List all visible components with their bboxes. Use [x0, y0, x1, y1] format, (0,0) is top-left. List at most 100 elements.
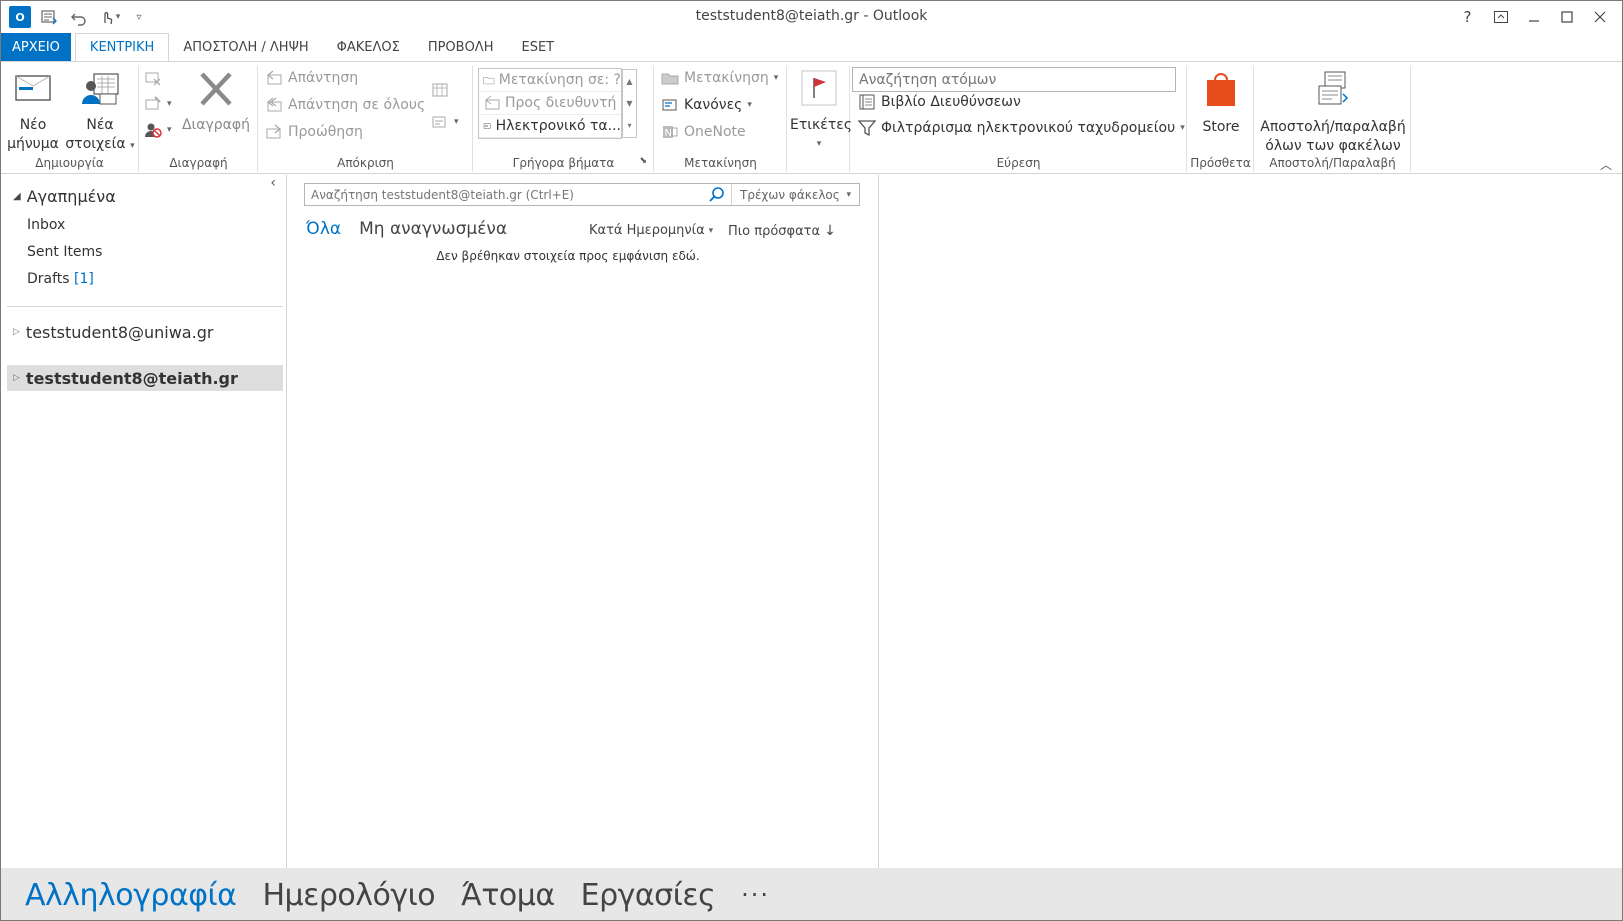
account-teiath[interactable]: ▷ teststudent8@teiath.gr	[7, 365, 283, 391]
group-move-label: Μετακίνηση	[684, 156, 757, 170]
folder-label: Sent Items	[27, 244, 103, 260]
undo-icon[interactable]	[67, 5, 91, 29]
flag-icon	[790, 70, 848, 112]
dialog-launcher-icon[interactable]: ⬊	[639, 156, 647, 166]
account-uniwa[interactable]: ▷ teststudent8@uniwa.gr	[7, 319, 283, 345]
nav-calendar[interactable]: Ημερολόγιο	[262, 878, 435, 913]
svg-text:N: N	[665, 128, 672, 139]
tab-eset[interactable]: ESET	[507, 33, 568, 62]
divider	[7, 306, 283, 307]
filter-unread[interactable]: Μη αναγνωσμένα	[359, 219, 507, 239]
delete-label: Διαγραφή	[181, 117, 251, 133]
move-button[interactable]: Μετακίνηση ▾	[661, 70, 778, 86]
collapse-ribbon-icon[interactable]: ︿	[1600, 156, 1612, 173]
title-bar: O ▾ ▿ teststudent8@teiath.gr - Outlook ?	[1, 1, 1622, 33]
send-receive-all-icon[interactable]	[37, 5, 61, 29]
tags-label: Ετικέτες	[790, 117, 853, 133]
delete-x-icon	[176, 72, 256, 112]
move-folder-icon	[483, 77, 495, 85]
tags-button[interactable]: Ετικέτες ▾	[790, 70, 853, 154]
junk-button[interactable]: ▾	[144, 122, 172, 138]
chevron-down-icon: ▾	[846, 189, 851, 200]
ignore-button[interactable]	[144, 70, 162, 86]
tab-folder[interactable]: ΦΑΚΕΛΟΣ	[323, 33, 414, 62]
folder-inbox[interactable]: Inbox	[27, 217, 65, 233]
chevron-down-icon: ▾	[130, 141, 135, 151]
tab-home[interactable]: ΚΕΝΤΡΙΚΗ	[74, 33, 170, 62]
onenote-label: OneNote	[684, 124, 746, 140]
filter-all[interactable]: Όλα	[306, 219, 341, 239]
rules-button[interactable]: Κανόνες ▾	[661, 97, 752, 113]
send-receive-all-button[interactable]: Αποστολή/παραλαβή όλων των φακέλων	[1257, 70, 1409, 156]
gallery-more-icon[interactable]: ▾	[627, 121, 631, 130]
address-book-button[interactable]: Βιβλίο Διευθύνσεων	[858, 94, 1021, 110]
quick-steps-scrollbar[interactable]: ▲ ▼ ▾	[622, 69, 637, 138]
search-people-input[interactable]	[852, 67, 1176, 92]
more-respond-button[interactable]: ▾	[431, 114, 459, 130]
quick-step-to-manager[interactable]: Προς διευθυντή	[479, 92, 621, 115]
nav-people[interactable]: Άτομα	[461, 878, 555, 913]
message-list: Τρέχων φάκελος ▾ Όλα Μη αναγνωσμένα Κατά…	[288, 175, 879, 868]
scroll-down-icon[interactable]: ▼	[626, 99, 632, 108]
new-items-button[interactable]: Νέα στοιχεία ▾	[63, 72, 137, 156]
meeting-reply-button[interactable]	[431, 82, 449, 98]
filter-email-button[interactable]: Φιλτράρισμα ηλεκτρονικού ταχυδρομείου ▾	[858, 120, 1185, 136]
group-send-receive: Αποστολή/παραλαβή όλων των φακέλων Αποστ…	[1255, 66, 1411, 172]
scroll-up-icon[interactable]: ▲	[626, 77, 632, 86]
expand-triangle-icon[interactable]: ▷	[13, 373, 20, 383]
new-email-label: Νέο μήνυμα	[7, 117, 59, 152]
touch-mode-icon[interactable]: ▾	[97, 5, 121, 29]
outlook-window: O ▾ ▿ teststudent8@teiath.gr - Outlook ?	[0, 0, 1623, 921]
clean-up-button[interactable]: ▾	[144, 96, 172, 112]
sort-order-button[interactable]: Πιο πρόσφατα ↓	[728, 223, 836, 239]
arrow-down-icon: ↓	[824, 223, 836, 239]
move-label: Μετακίνηση	[684, 70, 769, 86]
sort-by-dropdown[interactable]: Κατά Ημερομηνία ▾	[589, 223, 713, 238]
tab-file[interactable]: ΑΡΧΕΙΟ	[1, 33, 71, 62]
help-button[interactable]: ?	[1451, 3, 1484, 31]
folder-drafts[interactable]: Drafts [1]	[27, 271, 94, 287]
group-move: Μετακίνηση ▾ Κανόνες ▾ N OneNote Μετακίν…	[655, 66, 787, 172]
group-delete: ▾ ▾ Διαγραφή Διαγραφή	[140, 66, 258, 172]
forward-button[interactable]: Προώθηση	[265, 124, 363, 140]
tab-view[interactable]: ΠΡΟΒΟΛΗ	[414, 33, 508, 62]
store-button[interactable]: Store	[1190, 70, 1252, 137]
group-addins: Store Πρόσθετα	[1188, 66, 1254, 172]
favorites-header[interactable]: ◢ Αγαπημένα	[13, 187, 116, 206]
minimize-folder-pane-icon[interactable]: ‹	[270, 175, 276, 191]
maximize-button[interactable]	[1550, 3, 1583, 31]
onenote-button[interactable]: N OneNote	[661, 124, 746, 140]
tab-send-receive[interactable]: ΑΠΟΣΤΟΛΗ / ΛΗΨΗ	[169, 33, 322, 62]
ribbon-display-options-button[interactable]	[1484, 3, 1517, 31]
new-items-icon	[63, 72, 137, 112]
reply-all-button[interactable]: Απάντηση σε όλους	[265, 97, 425, 113]
expand-triangle-icon[interactable]: ▷	[13, 327, 20, 337]
chevron-down-icon: ▾	[167, 125, 172, 135]
quick-step-team-email[interactable]: Ηλεκτρονικό τα...	[479, 115, 621, 138]
reply-button[interactable]: Απάντηση	[265, 70, 358, 86]
nav-mail[interactable]: Αλληλογραφία	[25, 878, 237, 913]
chevron-down-icon: ▾	[454, 117, 459, 127]
filter-icon	[858, 120, 876, 136]
delete-button[interactable]: Διαγραφή	[176, 72, 256, 135]
store-icon	[1190, 70, 1252, 114]
favorites-label: Αγαπημένα	[26, 187, 116, 206]
nav-tasks[interactable]: Εργασίες	[581, 878, 716, 913]
search-input[interactable]	[305, 184, 703, 205]
outlook-logo-icon[interactable]: O	[9, 6, 31, 28]
search-icon[interactable]	[703, 184, 731, 205]
search-scope-dropdown[interactable]: Τρέχων φάκελος ▾	[731, 184, 859, 205]
customize-qat-icon[interactable]: ▿	[127, 5, 151, 29]
quick-step-move-to[interactable]: Μετακίνηση σε: ?	[479, 69, 621, 92]
rules-label: Κανόνες	[684, 97, 743, 113]
minimize-button[interactable]	[1517, 3, 1550, 31]
nav-more-icon[interactable]: ···	[741, 881, 770, 909]
ribbon-tabs: ΑΡΧΕΙΟ ΚΕΝΤΡΙΚΗ ΑΠΟΣΤΟΛΗ / ΛΗΨΗ ΦΑΚΕΛΟΣ …	[1, 33, 1622, 62]
new-email-button[interactable]: Νέο μήνυμα	[7, 72, 59, 154]
navigation-bar: Αλληλογραφία Ημερολόγιο Άτομα Εργασίες ·…	[1, 868, 1622, 920]
group-send-receive-label: Αποστολή/Παραλαβή	[1269, 156, 1396, 170]
close-button[interactable]	[1583, 3, 1616, 31]
chevron-down-icon: ▾	[816, 139, 822, 149]
forward-icon	[266, 124, 282, 139]
folder-sent-items[interactable]: Sent Items	[27, 244, 102, 260]
